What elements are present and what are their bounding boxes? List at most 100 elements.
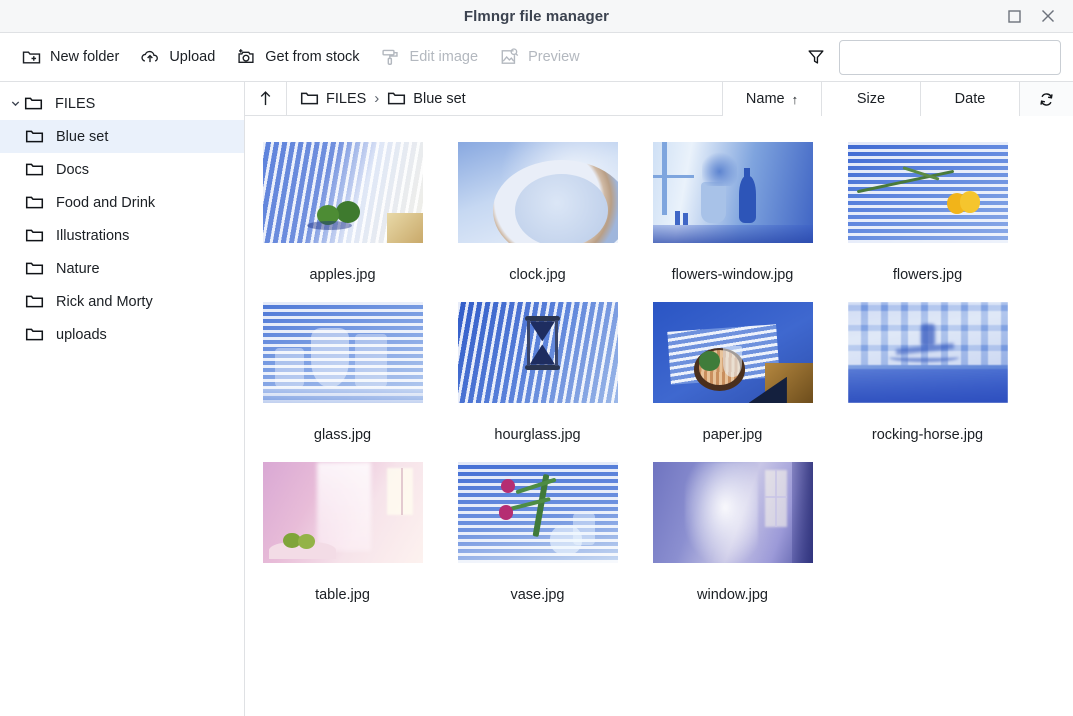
filter-funnel-icon[interactable] (805, 46, 827, 68)
camera-plus-icon (235, 46, 257, 68)
file-tile[interactable]: vase.jpg (440, 462, 635, 603)
window-controls (1002, 4, 1073, 28)
sidebar-item-illustrations[interactable]: Illustrations (0, 219, 244, 252)
paint-roller-icon (380, 46, 402, 68)
folder-icon (25, 226, 51, 245)
sort-tab-name[interactable]: Name ↑ (723, 82, 822, 116)
maximize-button[interactable] (1002, 4, 1026, 28)
preview-label: Preview (528, 49, 580, 65)
file-name-label: rocking-horse.jpg (871, 427, 984, 443)
file-thumbnail[interactable] (652, 302, 813, 403)
upload-button[interactable]: Upload (129, 40, 225, 74)
folder-icon (25, 160, 51, 179)
file-tile[interactable]: hourglass.jpg (440, 302, 635, 443)
file-name-label: clock.jpg (509, 267, 566, 283)
folder-tree-sidebar: FILES Blue set Docs Food and Drink Illustra… (0, 82, 245, 716)
sidebar-item-docs[interactable]: Docs (0, 153, 244, 186)
breadcrumb-separator: › (374, 90, 380, 107)
window-title: Flmngr file manager (463, 7, 610, 25)
folder-plus-icon (20, 46, 42, 68)
file-name-label: flowers.jpg (892, 267, 963, 283)
content-panel: FILES › Blue set Name ↑ Size Date apples.jpg c… (245, 82, 1073, 716)
path-bar: FILES › Blue set Name ↑ Size Date (245, 82, 1073, 116)
file-name-label: hourglass.jpg (494, 427, 581, 443)
file-tile[interactable]: window.jpg (635, 462, 830, 603)
file-name-label: vase.jpg (510, 587, 565, 603)
file-thumbnail[interactable] (652, 462, 813, 563)
sort-tab-label: Date (954, 91, 986, 107)
sidebar-item-nature[interactable]: Nature (0, 252, 244, 285)
sort-tabs: Name ↑ Size Date (722, 82, 1073, 116)
file-tile[interactable]: clock.jpg (440, 142, 635, 283)
sidebar-item-rick-and-morty[interactable]: Rick and Morty (0, 285, 244, 318)
file-thumbnail[interactable] (652, 142, 813, 243)
file-name-label: paper.jpg (702, 427, 763, 443)
file-grid-inner: apples.jpg clock.jpg flowers-window.jpg flo… (245, 142, 1073, 622)
breadcrumb-label: Blue set (413, 90, 466, 107)
toolbar: New folder Upload Get from stock Edit im… (0, 33, 1073, 82)
main-body: FILES Blue set Docs Food and Drink Illustra… (0, 82, 1073, 716)
sort-tab-size[interactable]: Size (822, 82, 921, 116)
toolbar-right-group (805, 39, 1061, 75)
new-folder-label: New folder (50, 49, 120, 65)
breadcrumb-label: FILES (326, 90, 367, 107)
file-name-label: apples.jpg (309, 267, 376, 283)
folder-icon (24, 94, 50, 113)
chevron-down-icon[interactable] (6, 98, 24, 109)
get-from-stock-button[interactable]: Get from stock (225, 40, 369, 74)
folder-icon (25, 292, 51, 311)
title-bar: Flmngr file manager (0, 0, 1073, 33)
file-name-label: window.jpg (697, 587, 768, 603)
file-name-label: flowers-window.jpg (671, 267, 794, 283)
refresh-button[interactable] (1020, 82, 1073, 116)
breadcrumb-item-files[interactable]: FILES (300, 89, 366, 108)
file-name-label: table.jpg (315, 587, 370, 603)
file-name-label: glass.jpg (313, 427, 372, 443)
sidebar-item-label: Docs (56, 161, 90, 178)
sidebar-item-label: Illustrations (56, 227, 130, 244)
breadcrumb-item-blue-set[interactable]: Blue set (387, 89, 466, 108)
folder-icon (25, 193, 51, 212)
file-tile[interactable]: apples.jpg (245, 142, 440, 283)
file-grid[interactable]: apples.jpg clock.jpg flowers-window.jpg flo… (245, 116, 1073, 716)
edit-image-button[interactable]: Edit image (370, 40, 489, 74)
sidebar-item-uploads[interactable]: uploads (0, 318, 244, 351)
navigate-up-button[interactable] (245, 82, 287, 115)
file-tile[interactable]: rocking-horse.jpg (830, 302, 1025, 443)
file-tile[interactable]: table.jpg (245, 462, 440, 603)
sidebar-item-label: uploads (56, 326, 107, 343)
sidebar-item-blue-set[interactable]: Blue set (0, 120, 244, 153)
new-folder-button[interactable]: New folder (10, 40, 129, 74)
folder-icon (25, 127, 51, 146)
folder-icon (25, 325, 51, 344)
file-thumbnail[interactable] (457, 142, 618, 243)
folder-icon (25, 259, 51, 278)
sidebar-item-label: Food and Drink (56, 194, 156, 211)
sidebar-item-label: Blue set (56, 128, 109, 145)
sidebar-children: Blue set Docs Food and Drink Illustrations N… (0, 120, 244, 351)
folder-icon (387, 89, 406, 108)
preview-button[interactable]: Preview (488, 40, 590, 74)
file-thumbnail[interactable] (262, 462, 423, 563)
sidebar-item-food-and-drink[interactable]: Food and Drink (0, 186, 244, 219)
file-thumbnail[interactable] (262, 302, 423, 403)
refresh-icon (1038, 91, 1055, 108)
sidebar-root-label: FILES (55, 95, 96, 112)
file-tile[interactable]: flowers-window.jpg (635, 142, 830, 283)
sort-tab-label: Size (856, 91, 886, 107)
sort-tab-date[interactable]: Date (921, 82, 1020, 116)
file-thumbnail[interactable] (457, 462, 618, 563)
file-tile[interactable]: glass.jpg (245, 302, 440, 443)
file-thumbnail[interactable] (262, 142, 423, 243)
file-thumbnail[interactable] (847, 302, 1008, 403)
sidebar-item-files-root[interactable]: FILES (0, 87, 244, 120)
file-tile[interactable]: flowers.jpg (830, 142, 1025, 283)
file-thumbnail[interactable] (847, 142, 1008, 243)
file-thumbnail[interactable] (457, 302, 618, 403)
image-search-icon (498, 46, 520, 68)
file-tile[interactable]: paper.jpg (635, 302, 830, 443)
filter-input[interactable] (839, 39, 1061, 75)
cloud-upload-icon (139, 46, 161, 68)
close-button[interactable] (1036, 4, 1060, 28)
edit-image-label: Edit image (409, 49, 479, 65)
